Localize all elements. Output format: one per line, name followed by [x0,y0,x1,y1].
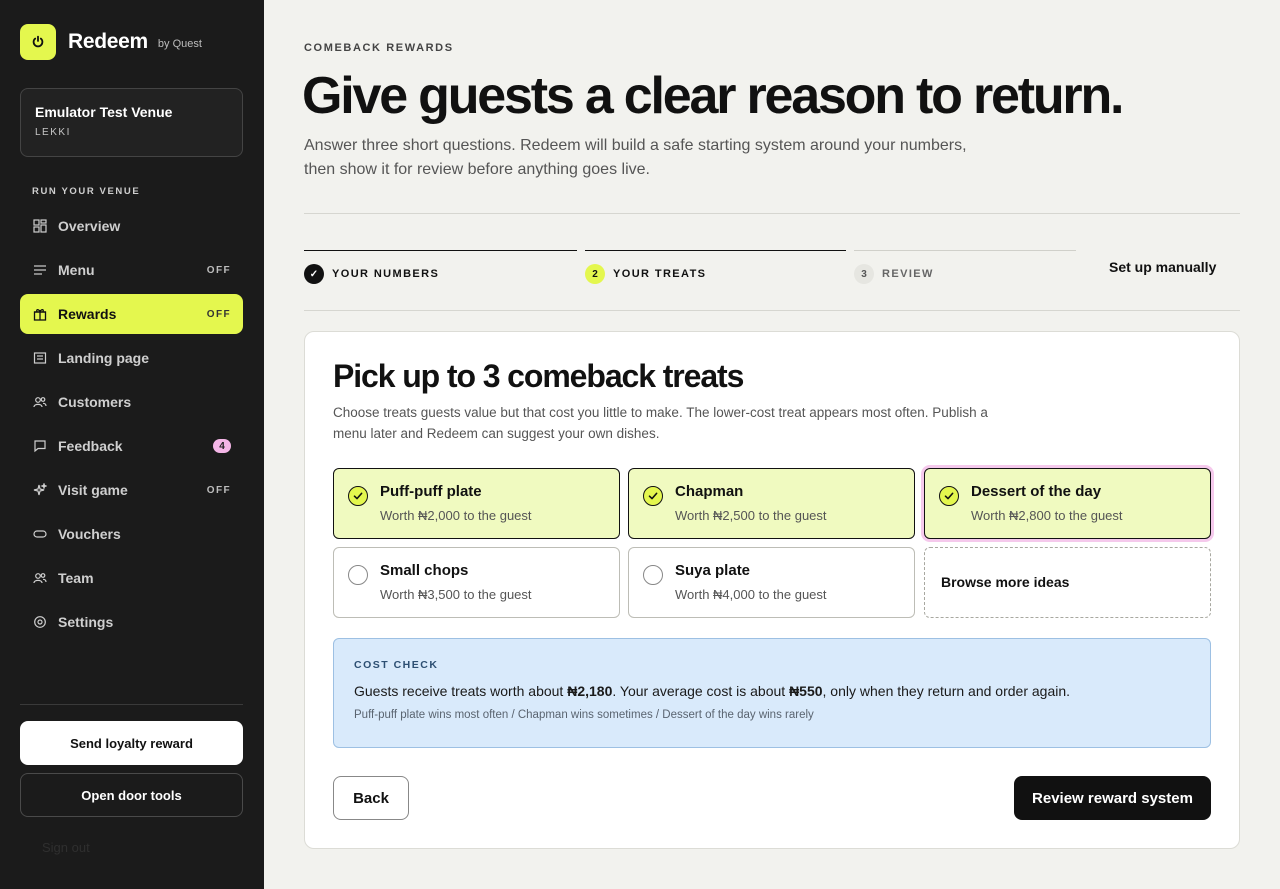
users-icon [32,394,48,410]
empty-radio-icon [348,565,368,585]
cost-check-label: COST CHECK [354,659,439,671]
sidebar-item-label: Team [58,570,94,586]
sidebar-item-label: Feedback [58,438,123,454]
treat-option-small-chops[interactable]: Small chops Worth ₦3,500 to the guest [333,547,620,618]
checked-radio-icon [348,486,368,506]
page-title: Give guests a clear reason to return. [302,67,1124,125]
gift-icon [32,306,48,322]
sidebar: Redeem by Quest Emulator Test Venue LEKK… [0,0,264,889]
sidebar-item-landing-page[interactable]: Landing page [20,338,243,378]
step-number: 3 [854,264,874,284]
team-icon [32,570,48,586]
sidebar-item-label: Customers [58,394,132,410]
sidebar-item-label: Rewards [58,306,117,322]
nav-section-label: RUN YOUR VENUE [32,186,141,197]
treats-card: Pick up to 3 comeback treats Choose trea… [304,331,1240,849]
treat-worth: Worth ₦2,000 to the guest [380,508,532,523]
sidebar-item-settings[interactable]: Settings [20,602,243,642]
gear-icon [32,614,48,630]
list-icon [32,262,48,278]
sidebar-item-feedback[interactable]: Feedback 4 [20,426,243,466]
step-number: 2 [585,264,605,284]
worth-value: ₦2,180 [567,683,613,699]
treat-worth: Worth ₦2,800 to the guest [971,508,1123,523]
brand-name: Redeem [68,30,148,53]
sidebar-item-visit-game[interactable]: Visit game OFF [20,470,243,510]
sidebar-item-label: Overview [58,218,121,234]
treat-option-chapman[interactable]: Chapman Worth ₦2,500 to the guest [628,468,915,539]
page-eyebrow: COMEBACK REWARDS [304,42,454,54]
check-icon: ✓ [304,264,324,284]
cost-text: , only when they return and order again. [822,683,1071,699]
treat-worth: Worth ₦4,000 to the guest [675,587,827,602]
sidebar-item-overview[interactable]: Overview [20,206,243,246]
feedback-count-badge: 4 [213,439,231,453]
step-your-treats[interactable]: 2 YOUR TREATS [585,250,846,284]
cost-text: Guests receive treats worth about [354,683,568,699]
power-icon [20,24,56,60]
ticket-icon [32,526,48,542]
cost-check-summary: Guests receive treats worth about ₦2,180… [354,683,1190,699]
step-label: YOUR TREATS [613,268,707,280]
page-icon [32,350,48,366]
sidebar-item-menu[interactable]: Menu OFF [20,250,243,290]
cost-check-panel: COST CHECK Guests receive treats worth a… [333,638,1211,748]
sidebar-item-label: Menu [58,262,95,278]
browse-more-ideas-label: Browse more ideas [941,574,1070,590]
browse-more-ideas-button[interactable]: Browse more ideas [924,547,1211,618]
venue-location: LEKKI [35,127,71,138]
treat-name: Small chops [380,562,469,579]
checked-radio-icon [939,486,959,506]
venue-name: Emulator Test Venue [35,104,173,120]
sidebar-item-label: Landing page [58,350,149,366]
grid-icon [32,218,48,234]
open-door-tools-button[interactable]: Open door tools [20,773,243,817]
status-tag: OFF [206,308,231,320]
step-your-numbers[interactable]: ✓ YOUR NUMBERS [304,250,577,284]
back-button[interactable]: Back [333,776,409,820]
card-description: Choose treats guests value but that cost… [333,405,988,441]
step-label: YOUR NUMBERS [332,268,440,280]
empty-radio-icon [643,565,663,585]
status-tag: OFF [206,264,231,276]
sparkle-icon [32,482,48,498]
treat-option-suya-plate[interactable]: Suya plate Worth ₦4,000 to the guest [628,547,915,618]
cost-value: ₦550 [789,683,823,699]
send-loyalty-reward-button[interactable]: Send loyalty reward [20,721,243,765]
chat-icon [32,438,48,454]
sidebar-item-label: Visit game [58,482,128,498]
page-subtitle: Answer three short questions. Redeem wil… [304,137,967,178]
divider [304,213,1240,214]
cost-text: . Your average cost is about [612,683,790,699]
divider [304,310,1240,311]
treat-option-puff-puff-plate[interactable]: Puff-puff plate Worth ₦2,000 to the gues… [333,468,620,539]
treat-name: Suya plate [675,562,751,579]
sidebar-item-vouchers[interactable]: Vouchers [20,514,243,554]
treat-worth: Worth ₦2,500 to the guest [675,508,827,523]
step-review[interactable]: 3 REVIEW [854,250,1076,284]
treat-name: Dessert of the day [971,483,1102,500]
set-up-manually-link[interactable]: Set up manually [1109,259,1216,275]
sidebar-item-rewards[interactable]: Rewards OFF [20,294,243,334]
status-tag: OFF [206,484,231,496]
treat-name: Puff-puff plate [380,483,482,500]
sidebar-item-label: Vouchers [58,526,121,542]
checked-radio-icon [643,486,663,506]
brand-by: by Quest [157,38,202,50]
brand[interactable]: Redeem by Quest [20,24,202,60]
sidebar-nav: Overview Menu OFF Rewards OFF Landing pa… [20,206,243,646]
sidebar-divider [20,704,243,705]
sidebar-item-team[interactable]: Team [20,558,243,598]
step-label: REVIEW [882,268,934,280]
treat-worth: Worth ₦3,500 to the guest [380,587,532,602]
cost-check-footnote: Puff-puff plate wins most often / Chapma… [354,709,814,721]
sign-out-link[interactable]: Sign out [42,840,90,855]
treat-name: Chapman [675,483,744,500]
card-title: Pick up to 3 comeback treats [333,358,744,394]
venue-switcher[interactable]: Emulator Test Venue LEKKI [20,88,243,157]
sidebar-item-label: Settings [58,614,114,630]
review-reward-system-button[interactable]: Review reward system [1014,776,1211,820]
sidebar-item-customers[interactable]: Customers [20,382,243,422]
treat-option-dessert-of-the-day[interactable]: Dessert of the day Worth ₦2,800 to the g… [924,468,1211,539]
